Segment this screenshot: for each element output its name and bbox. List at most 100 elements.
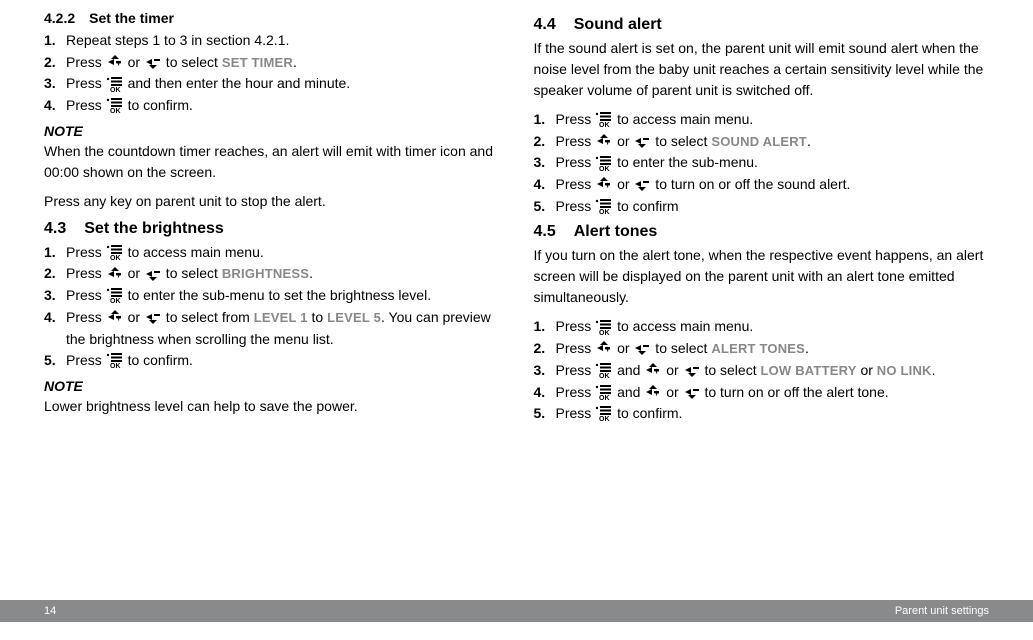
menu-ok-icon: OK [106,286,124,304]
note-label: NOTE [44,123,500,139]
page-footer: 14 Parent unit settings [0,600,1033,622]
svg-text:OK: OK [110,108,121,114]
svg-text:OK: OK [599,395,610,401]
menu-term: BRIGHTNESS [222,266,309,281]
heading-text: Sound alert [574,16,662,33]
svg-text:+: + [605,344,610,354]
step-number: 1. [534,316,546,338]
step-number: 1. [44,242,56,264]
menu-term: NO LINK [877,363,932,378]
step-item: 3.Press OK to enter the sub-menu to set … [44,285,500,307]
step-item: 5.Press OK to confirm. [44,350,500,372]
step-number: 4. [44,307,56,329]
step-item: 1.Press OK to access main menu. [44,242,500,264]
nav-down-icon [633,340,651,356]
nav-down-icon [683,384,701,400]
nav-down-icon [633,176,651,192]
menu-term: LEVEL 5 [327,310,381,325]
nav-up-icon: + [595,133,613,149]
menu-ok-icon: OK [595,318,613,336]
step-number: 4. [534,382,546,404]
nav-up-icon: + [595,176,613,192]
heading-text: Set the brightness [84,220,224,237]
nav-up-icon: + [106,309,124,325]
step-item: 2.Press + or to select ALERT TONES. [534,338,990,360]
step-item: 3.Press OK and then enter the hour and m… [44,73,500,95]
nav-down-icon [144,54,162,70]
note-label: NOTE [44,378,500,394]
svg-text:OK: OK [599,330,610,336]
step-item: 4.Press + or to turn on or off the sound… [534,174,990,196]
heading-text: Set the timer [89,10,174,26]
step-item: 2.Press + or to select BRIGHTNESS. [44,263,500,285]
svg-text:+: + [116,313,121,323]
step-item: 3.Press OK and + or to select LOW BATTER… [534,360,990,382]
menu-ok-icon: OK [595,383,613,401]
svg-text:OK: OK [599,209,610,215]
step-number: 5. [534,196,546,218]
step-number: 2. [534,338,546,360]
menu-term: SOUND ALERT [711,134,807,149]
nav-down-icon [144,309,162,325]
nav-up-icon: + [106,54,124,70]
menu-ok-icon: OK [106,96,124,114]
step-number: 4. [44,95,56,117]
steps-4-5: 1.Press OK to access main menu.2.Press +… [534,316,990,424]
step-item: 5.Press OK to confirm. [534,403,990,425]
nav-down-icon [633,133,651,149]
svg-text:+: + [116,58,121,68]
svg-text:OK: OK [110,363,121,369]
svg-text:+: + [116,270,121,280]
svg-text:OK: OK [599,416,610,422]
note-text: When the countdown timer reaches, an ale… [44,141,500,183]
step-number: 2. [534,131,546,153]
menu-ok-icon: OK [595,154,613,172]
heading-4-5: 4.5 Alert tones [534,223,990,241]
svg-text:OK: OK [599,122,610,128]
step-number: 3. [44,285,56,307]
menu-ok-icon: OK [595,361,613,379]
menu-ok-icon: OK [106,351,124,369]
step-item: 5.Press OK to confirm [534,196,990,218]
step-item: 2.Press + or to select SOUND ALERT. [534,131,990,153]
svg-text:OK: OK [110,87,121,93]
svg-text:OK: OK [599,373,610,379]
note-text-2: Press any key on parent unit to stop the… [44,191,500,212]
heading-4-2-2: 4.2.2 Set the timer [44,10,500,26]
steps-4-4: 1.Press OK to access main menu.2.Press +… [534,109,990,217]
intro-4-4: If the sound alert is set on, the parent… [534,38,990,101]
heading-4-4: 4.4 Sound alert [534,16,990,34]
menu-term: LOW BATTERY [760,363,856,378]
heading-number: 4.4 [534,16,556,33]
steps-4-2-2: 1.Repeat steps 1 to 3 in section 4.2.1.2… [44,30,500,117]
menu-term: ALERT TONES [711,341,805,356]
step-item: 3.Press OK to enter the sub-menu. [534,152,990,174]
intro-4-5: If you turn on the alert tone, when the … [534,245,990,308]
svg-text:OK: OK [110,298,121,304]
heading-text: Alert tones [574,223,658,240]
step-number: 5. [44,350,56,372]
right-column: 4.4 Sound alert If the sound alert is set… [534,10,990,431]
menu-ok-icon: OK [595,404,613,422]
step-item: 1.Repeat steps 1 to 3 in section 4.2.1. [44,30,500,52]
svg-text:+: + [654,388,659,398]
svg-text:+: + [654,366,659,376]
menu-ok-icon: OK [595,197,613,215]
step-item: 1.Press OK to access main menu. [534,316,990,338]
left-column: 4.2.2 Set the timer 1.Repeat steps 1 to 3… [44,10,500,431]
footer-section: Parent unit settings [895,605,989,617]
step-number: 4. [534,174,546,196]
step-number: 3. [44,73,56,95]
step-item: 4.Press OK and + or to turn on or off th… [534,382,990,404]
nav-up-icon: + [644,384,662,400]
menu-ok-icon: OK [106,243,124,261]
svg-text:OK: OK [110,255,121,261]
heading-number: 4.2.2 [44,10,75,26]
nav-down-icon [144,266,162,282]
heading-number: 4.3 [44,220,66,237]
steps-4-3: 1.Press OK to access main menu.2.Press +… [44,242,500,372]
step-item: 4.Press + or to select from LEVEL 1 to L… [44,307,500,350]
step-item: 4.Press OK to confirm. [44,95,500,117]
step-number: 3. [534,360,546,382]
heading-number: 4.5 [534,223,556,240]
